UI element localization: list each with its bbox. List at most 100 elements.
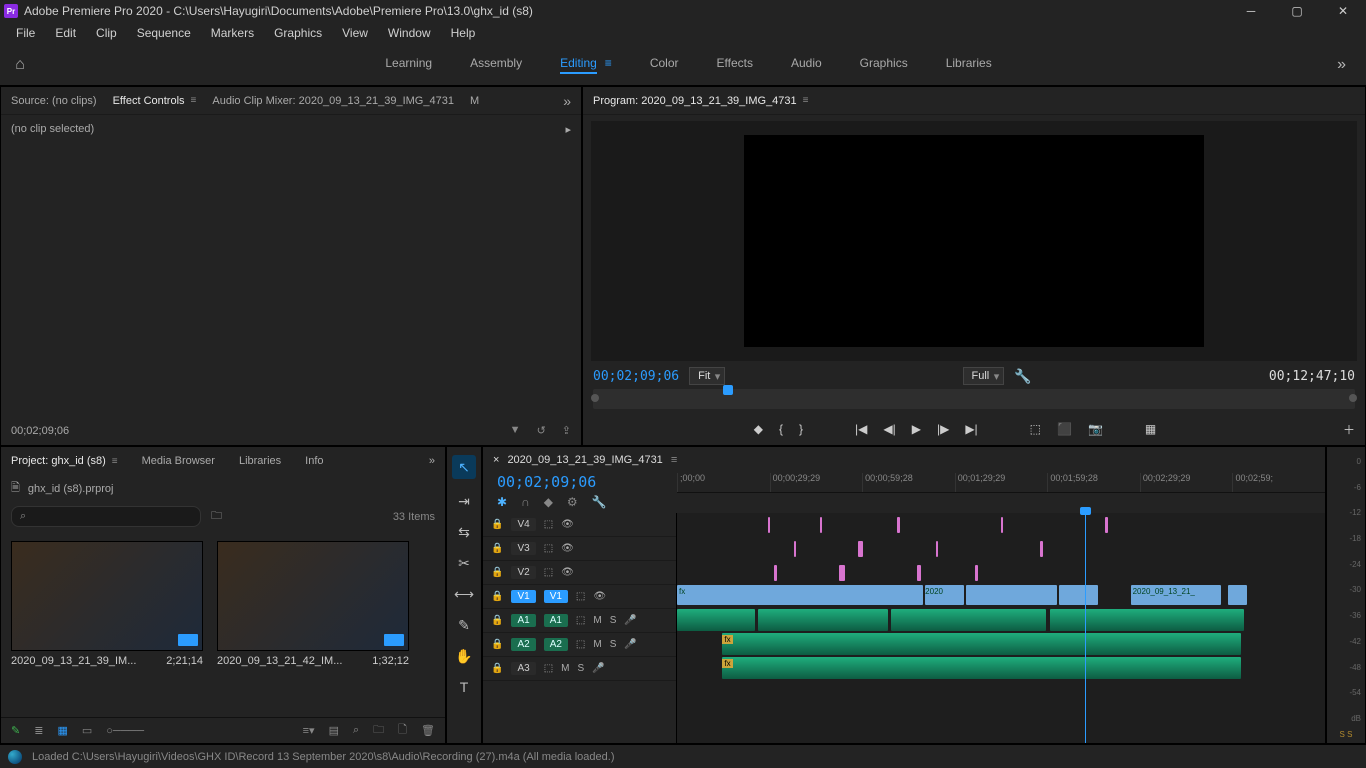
sort-button[interactable]: ≡▾: [303, 724, 315, 737]
new-bin-icon[interactable]: 🗀: [211, 507, 222, 526]
step-forward-button[interactable]: |▶: [937, 422, 949, 436]
export-frame-button[interactable]: 📷: [1088, 422, 1103, 436]
video-clip[interactable]: [1059, 585, 1098, 605]
settings-wrench-icon[interactable]: 🔧: [1014, 368, 1031, 385]
selection-tool[interactable]: ↖: [452, 455, 476, 479]
mark-in-button[interactable]: {: [779, 422, 783, 436]
audio-clip[interactable]: [758, 609, 888, 631]
ws-color[interactable]: Color: [650, 56, 679, 74]
marker-icon[interactable]: ◆: [544, 495, 553, 509]
video-clip[interactable]: [1228, 585, 1247, 605]
project-thumbnail[interactable]: 2020_09_13_21_39_IM... 2;21;14: [11, 541, 203, 667]
razor-tool[interactable]: ✂: [458, 555, 470, 572]
close-button[interactable]: ✕: [1320, 0, 1366, 22]
timeline-sequence-name[interactable]: 2020_09_13_21_39_IMG_4731: [507, 454, 662, 466]
track-header-a2[interactable]: 🔒A2A2⬚MS🎤: [483, 633, 676, 657]
zoom-slider[interactable]: ○────: [106, 725, 144, 737]
find-button[interactable]: ⌕: [353, 724, 359, 737]
ws-editing[interactable]: Editing: [560, 56, 597, 74]
tab-audio-mixer[interactable]: Audio Clip Mixer: 2020_09_13_21_39_IMG_4…: [212, 95, 454, 107]
minimize-button[interactable]: ─: [1228, 0, 1274, 22]
tab-effect-menu-icon[interactable]: ≡: [191, 95, 197, 106]
video-clip[interactable]: 2020: [925, 585, 964, 605]
marker-clip[interactable]: [975, 565, 978, 581]
tab-libraries[interactable]: Libraries: [239, 455, 281, 467]
video-clip[interactable]: 2020_09_13_21_: [1131, 585, 1222, 605]
timeline-timecode[interactable]: 00;02;09;06: [483, 473, 677, 491]
type-tool[interactable]: T: [460, 679, 469, 695]
audio-clip[interactable]: [1050, 609, 1244, 631]
ws-assembly[interactable]: Assembly: [470, 56, 522, 74]
ws-effects[interactable]: Effects: [717, 56, 753, 74]
ripple-edit-tool[interactable]: ⇆: [458, 524, 470, 541]
marker-clip[interactable]: [1001, 517, 1003, 533]
tab-info[interactable]: Info: [305, 455, 323, 467]
audio-clip[interactable]: fx: [722, 633, 1240, 655]
tab-source[interactable]: Source: (no clips): [11, 95, 97, 107]
timeline-close-tab[interactable]: ×: [493, 454, 499, 466]
track-header-v3[interactable]: 🔒V3⬚👁: [483, 537, 676, 561]
snap-icon[interactable]: ✱: [497, 495, 507, 509]
marker-clip[interactable]: [794, 541, 796, 557]
step-back-button[interactable]: ◀|: [883, 422, 895, 436]
home-button[interactable]: ⌂: [0, 56, 40, 74]
new-item-button[interactable]: 🗋: [398, 721, 407, 740]
automate-button[interactable]: ▤: [329, 724, 339, 737]
play-button[interactable]: ▶: [912, 422, 921, 436]
delete-button[interactable]: 🗑: [421, 724, 435, 737]
effect-timecode[interactable]: 00;02;09;06: [11, 425, 69, 437]
wrench-icon[interactable]: 🔧: [592, 495, 607, 509]
project-search-input[interactable]: ⌕: [11, 506, 201, 527]
quality-select[interactable]: Full: [963, 367, 1005, 385]
tab-project-menu-icon[interactable]: ≡: [112, 456, 118, 467]
program-timecode-current[interactable]: 00;02;09;06: [593, 369, 679, 384]
menu-file[interactable]: File: [6, 26, 45, 40]
scrubber-zoom-right[interactable]: [1349, 394, 1357, 402]
track-header-v4[interactable]: 🔒V4⬚👁: [483, 513, 676, 537]
menu-markers[interactable]: Markers: [201, 26, 264, 40]
hand-tool[interactable]: ✋: [455, 648, 472, 665]
zoom-fit-select[interactable]: Fit: [689, 367, 725, 385]
list-view-button[interactable]: ≣: [34, 724, 43, 737]
ws-libraries[interactable]: Libraries: [946, 56, 992, 74]
maximize-button[interactable]: ▢: [1274, 0, 1320, 22]
timeline-ruler[interactable]: ;00;00 00;00;29;29 00;00;59;28 00;01;29;…: [677, 473, 1325, 493]
ws-audio[interactable]: Audio: [791, 56, 822, 74]
project-thumbnail[interactable]: 2020_09_13_21_42_IM... 1;32;12: [217, 541, 409, 667]
audio-clip[interactable]: [891, 609, 1047, 631]
extract-button[interactable]: ⬛: [1057, 422, 1072, 436]
comparison-view-button[interactable]: ▦: [1145, 422, 1156, 436]
ws-editing-menu[interactable]: ≡: [605, 56, 612, 74]
button-editor-plus[interactable]: ＋: [1343, 421, 1355, 438]
program-viewport[interactable]: [591, 121, 1357, 361]
go-to-in-button[interactable]: |◀: [855, 422, 867, 436]
program-tab-menu-icon[interactable]: ≡: [803, 95, 809, 106]
marker-clip[interactable]: [917, 565, 921, 581]
go-to-out-button[interactable]: ▶|: [965, 422, 977, 436]
track-select-tool[interactable]: ⇥: [458, 493, 470, 510]
marker-clip[interactable]: [774, 565, 777, 581]
audio-clip[interactable]: fx: [722, 657, 1240, 679]
menu-sequence[interactable]: Sequence: [127, 26, 201, 40]
marker-clip[interactable]: [768, 517, 770, 533]
filter-icon[interactable]: ▼: [510, 424, 521, 437]
track-header-a3[interactable]: 🔒A3⬚MS🎤: [483, 657, 676, 681]
freeform-view-button[interactable]: ▭: [82, 724, 92, 737]
tab-project[interactable]: Project: ghx_id (s8): [11, 455, 106, 467]
menu-clip[interactable]: Clip: [86, 26, 127, 40]
export-icon[interactable]: ⇪: [562, 424, 571, 437]
track-header-v1[interactable]: 🔒V1V1⬚👁: [483, 585, 676, 609]
add-marker-button[interactable]: ◆: [754, 422, 763, 436]
program-playhead[interactable]: [723, 385, 733, 395]
marker-clip[interactable]: [897, 517, 900, 533]
loop-icon[interactable]: ↺: [537, 424, 546, 437]
ws-learning[interactable]: Learning: [385, 56, 432, 74]
program-title-tab[interactable]: Program: 2020_09_13_21_39_IMG_4731: [593, 95, 797, 107]
source-tabs-overflow[interactable]: »: [563, 93, 571, 109]
mark-out-button[interactable]: }: [799, 422, 803, 436]
project-tabs-overflow[interactable]: »: [429, 455, 435, 467]
marker-clip[interactable]: [1105, 517, 1108, 533]
marker-clip[interactable]: [1040, 541, 1043, 557]
icon-view-button[interactable]: ▦: [57, 724, 67, 737]
marker-clip[interactable]: [858, 541, 863, 557]
